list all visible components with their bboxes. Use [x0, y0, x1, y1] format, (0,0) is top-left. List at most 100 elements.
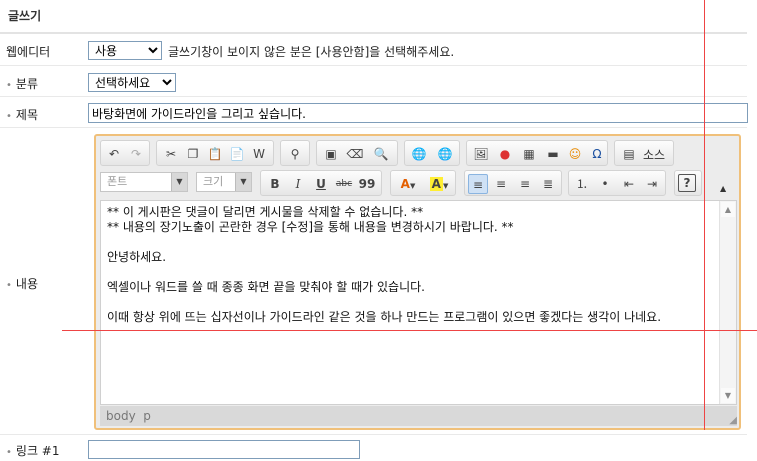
font-combo[interactable]: 폰트 ▼ — [100, 172, 188, 192]
underline-button[interactable]: U — [311, 174, 331, 194]
align-center-icon[interactable]: ≡ — [491, 174, 511, 194]
unlink-icon[interactable]: 🌐 — [435, 144, 455, 164]
image-icon[interactable]: 🖼 — [471, 144, 491, 164]
bg-color-label: A — [429, 177, 443, 191]
size-combo[interactable]: 크기 ▼ — [196, 172, 252, 192]
resize-handle-icon[interactable]: ◢ — [729, 415, 737, 426]
subject-row: • 제목 — [0, 98, 748, 128]
editor-paragraph — [107, 295, 719, 310]
ordered-list-icon[interactable]: ⒈ — [572, 174, 592, 194]
webeditor-hint: 글쓰기창이 보이지 않은 분은 [사용안함]을 선택해주세요. — [168, 45, 455, 59]
bullet-icon: • — [6, 447, 12, 458]
redo-icon[interactable]: ↷ — [126, 144, 146, 164]
align-right-icon[interactable]: ≡ — [515, 174, 535, 194]
copy-icon[interactable]: ❐ — [183, 144, 203, 164]
font-color-label: A — [400, 177, 410, 191]
cut-icon[interactable]: ✂ — [161, 144, 181, 164]
subject-label: 제목 — [15, 108, 38, 122]
guide-line-vertical — [704, 0, 705, 430]
bullet-icon: • — [6, 80, 12, 91]
find-icon[interactable]: ⚲ — [285, 144, 305, 164]
blockquote-button[interactable]: 99 — [357, 174, 377, 194]
section-title: 글쓰기 — [8, 9, 42, 23]
link1-label: 링크 #1 — [15, 444, 60, 458]
strike-button[interactable]: abc — [334, 174, 354, 194]
link-row: • 링크 #1 — [0, 436, 747, 461]
editor-paragraph — [107, 265, 719, 280]
outdent-icon[interactable]: ⇤ — [619, 174, 639, 194]
scroll-down-icon[interactable]: ▼ — [721, 388, 735, 403]
italic-button[interactable]: I — [288, 174, 308, 194]
size-combo-placeholder: 크기 — [203, 175, 224, 188]
table-icon[interactable]: ▦ — [519, 144, 539, 164]
font-color-button[interactable]: A▼ — [394, 174, 422, 194]
chevron-down-icon: ▼ — [442, 182, 449, 190]
format-group: B I U abc 99 — [260, 170, 382, 196]
help-group: ? — [674, 170, 702, 196]
category-label: 분류 — [15, 77, 38, 91]
toolbar-collapse-icon[interactable]: ▲ — [720, 184, 726, 193]
editor-content[interactable]: ** 이 게시판은 댓글이 달리면 게시물을 삭제할 수 없습니다. ** **… — [100, 200, 737, 405]
emoticon-icon[interactable]: ☺ — [565, 144, 585, 164]
webeditor-select[interactable]: 사용 — [88, 41, 162, 60]
paste-icon[interactable]: 📋 — [205, 144, 225, 164]
toolbar-row-1: ↶ ↷ ✂ ❐ 📋 📄 W ⚲ ▣ ⌫ 🔍 🌐 🌐 🖼 ● ▦ ▬ ☺ Ω ▤ … — [100, 140, 737, 166]
content-label: 내용 — [15, 277, 38, 291]
source-button-label[interactable]: 소스 — [643, 146, 665, 163]
bold-button[interactable]: B — [265, 174, 285, 194]
align-justify-icon[interactable]: ≣ — [538, 174, 558, 194]
editor-paragraph: 엑셀이나 워드를 쓸 때 종종 화면 끝을 맞춰야 할 때가 있습니다. — [107, 280, 425, 294]
list-group: ⒈ • ⇤ ⇥ — [568, 170, 666, 196]
clipboard-group: ✂ ❐ 📋 📄 W — [156, 140, 274, 166]
insert-group: 🖼 ● ▦ ▬ ☺ Ω — [466, 140, 608, 166]
indent-icon[interactable]: ⇥ — [642, 174, 662, 194]
bullet-icon: • — [6, 111, 12, 122]
subject-input[interactable] — [88, 103, 748, 123]
editor-paragraph: ** 이 게시판은 댓글이 달리면 게시물을 삭제할 수 없습니다. ** — [107, 205, 424, 219]
link-icon[interactable]: 🌐 — [409, 144, 429, 164]
editor-scrollbar[interactable]: ▲ ▼ — [719, 201, 736, 404]
align-group: ≡ ≡ ≡ ≣ — [464, 170, 562, 196]
flash-icon[interactable]: ● — [495, 144, 515, 164]
link1-input[interactable] — [88, 440, 360, 459]
source-group: ▤ 소스 — [614, 140, 674, 166]
section-header: 글쓰기 — [0, 0, 747, 34]
category-row: • 분류 선택하세요 — [0, 67, 747, 97]
editor-paragraph: 안녕하세요. — [107, 250, 167, 264]
editor-paragraph: 이때 항상 위에 뜨는 십자선이나 가이드라인 같은 것을 하나 만드는 프로그… — [107, 310, 662, 324]
bg-color-button[interactable]: A ▼ — [425, 174, 453, 194]
rich-text-editor: ↶ ↷ ✂ ❐ 📋 📄 W ⚲ ▣ ⌫ 🔍 🌐 🌐 🖼 ● ▦ ▬ ☺ Ω ▤ … — [94, 134, 741, 430]
webeditor-row: 웹에디터 사용 글쓰기창이 보이지 않은 분은 [사용안함]을 선택해주세요. — [0, 36, 747, 66]
guide-line-horizontal — [62, 330, 757, 331]
editor-paragraph — [107, 235, 719, 250]
paste-text-icon[interactable]: 📄 — [227, 144, 247, 164]
paste-word-icon[interactable]: W — [249, 144, 269, 164]
source-icon[interactable]: ▤ — [619, 144, 639, 164]
chevron-down-icon: ▼ — [235, 173, 251, 191]
chevron-down-icon: ▼ — [409, 182, 416, 190]
chevron-down-icon: ▼ — [171, 173, 187, 191]
eraser-icon[interactable]: ⌫ — [345, 144, 365, 164]
link-group: 🌐 🌐 — [404, 140, 460, 166]
bullet-icon: • — [6, 280, 12, 291]
horizontal-rule-icon[interactable]: ▬ — [543, 144, 563, 164]
unordered-list-icon[interactable]: • — [595, 174, 615, 194]
select-all-icon[interactable]: ▣ — [321, 144, 341, 164]
editor-paragraph: ** 내용의 장기노출이 곤란한 경우 [수정]을 통해 내용을 변경하시기 바… — [107, 220, 514, 234]
webeditor-label: 웹에디터 — [6, 45, 51, 59]
preview-icon[interactable]: 🔍 — [371, 144, 391, 164]
help-button[interactable]: ? — [678, 174, 696, 192]
editor-statusbar: body p — [100, 406, 737, 426]
color-group: A▼ A ▼ — [390, 170, 456, 196]
editor-text-area[interactable]: ** 이 게시판은 댓글이 달리면 게시물을 삭제할 수 없습니다. ** **… — [107, 205, 719, 325]
toolbar-row-2: 폰트 ▼ 크기 ▼ B I U abc 99 A▼ A ▼ ≡ ≡ ≡ ≣ ⒈ •… — [100, 170, 737, 196]
category-select[interactable]: 선택하세요 — [88, 73, 176, 92]
undo-icon[interactable]: ↶ — [104, 144, 124, 164]
element-path[interactable]: body p — [106, 409, 151, 423]
history-group: ↶ ↷ — [100, 140, 150, 166]
scroll-up-icon[interactable]: ▲ — [721, 202, 735, 217]
select-group: ▣ ⌫ 🔍 — [316, 140, 398, 166]
align-left-icon[interactable]: ≡ — [468, 174, 488, 194]
special-char-icon[interactable]: Ω — [587, 144, 607, 164]
font-combo-placeholder: 폰트 — [107, 175, 128, 188]
